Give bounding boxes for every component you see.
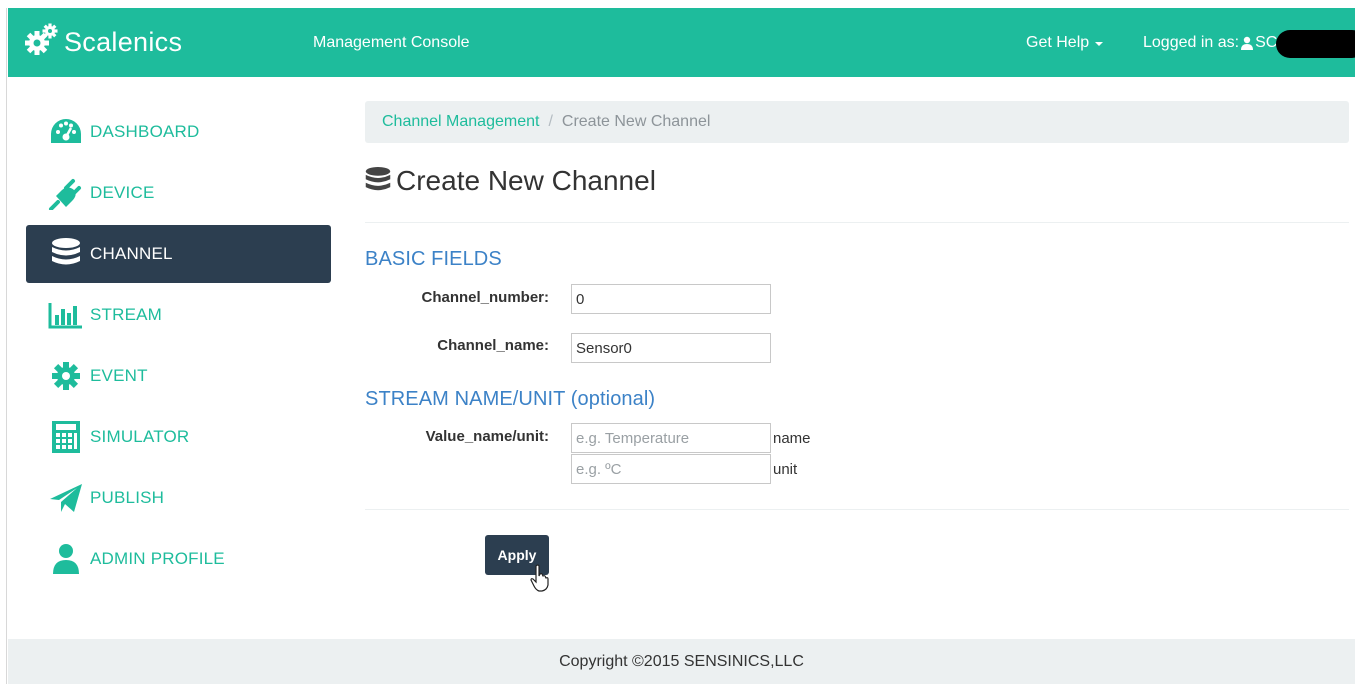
brand-name: Scalenics (64, 26, 183, 57)
sidebar-item-stream[interactable]: STREAM (26, 286, 331, 344)
value-name-suffix: name (773, 430, 811, 447)
footer: Copyright ©2015 SENSINICS,LLC (8, 639, 1355, 684)
sidebar-item-channel[interactable]: CHANNEL (26, 225, 331, 283)
management-console-link[interactable]: Management Console (313, 8, 470, 77)
redaction-mark (1276, 30, 1355, 58)
sidebar-item-device[interactable]: DEVICE (26, 164, 331, 222)
logged-in-label: Logged in as: (1143, 33, 1240, 51)
database-icon (364, 166, 392, 196)
value-unit-suffix: unit (773, 461, 798, 478)
channel-number-label: Channel_number: (421, 289, 549, 306)
sidebar-item-label: EVENT (90, 366, 148, 385)
calculator-icon (46, 419, 86, 455)
sidebar-item-label: CHANNEL (90, 244, 173, 263)
caret-down-icon (1095, 41, 1104, 46)
breadcrumb-current: Create New Channel (561, 113, 711, 130)
divider (365, 222, 1349, 223)
sidebar-item-label: PUBLISH (90, 488, 165, 507)
database-icon (46, 236, 86, 272)
stream-name-unit-heading: STREAM NAME/UNIT (optional) (365, 388, 656, 410)
copyright-text: Copyright ©2015 SENSINICS,LLC (559, 652, 804, 670)
breadcrumb-separator: / (548, 113, 553, 130)
paper-plane-icon (46, 480, 86, 516)
user-icon (46, 541, 86, 577)
sidebar-item-label: DASHBOARD (90, 122, 200, 141)
sidebar-item-event[interactable]: EVENT (26, 347, 331, 405)
channel-name-input[interactable] (571, 333, 771, 363)
sidebar-item-label: DEVICE (90, 183, 155, 202)
gear-icon (46, 358, 86, 394)
hand-cursor-icon (530, 564, 550, 597)
value-name-unit-label: Value_name/unit: (425, 428, 549, 445)
basic-fields-heading: BASIC FIELDS (365, 248, 502, 270)
sidebar-item-dashboard[interactable]: DASHBOARD (26, 103, 331, 161)
sidebar: DASHBOARD DEVICE CHANNEL STREAM EVENT SI… (26, 103, 331, 591)
sidebar-item-admin-profile[interactable]: ADMIN PROFILE (26, 530, 331, 588)
channel-name-label: Channel_name: (437, 337, 549, 354)
breadcrumb: Channel Management / Create New Channel (365, 101, 1349, 143)
gears-logo-icon (22, 22, 60, 63)
value-name-input[interactable] (571, 423, 771, 453)
sidebar-item-label: SIMULATOR (90, 427, 190, 446)
plug-icon (46, 175, 86, 211)
get-help-dropdown[interactable]: Get Help (1026, 8, 1104, 77)
sidebar-item-simulator[interactable]: SIMULATOR (26, 408, 331, 466)
sidebar-item-label: STREAM (90, 305, 163, 324)
dashboard-icon (46, 114, 86, 150)
channel-number-input[interactable] (571, 284, 771, 314)
bar-chart-icon (46, 297, 86, 333)
sidebar-item-publish[interactable]: PUBLISH (26, 469, 331, 527)
brand-logo[interactable]: Scalenics (22, 22, 182, 62)
value-unit-input[interactable] (571, 454, 771, 484)
get-help-label: Get Help (1026, 33, 1090, 51)
top-navbar: Scalenics Management Console Get Help Lo… (8, 8, 1355, 77)
divider (365, 509, 1349, 510)
breadcrumb-channel-management-link[interactable]: Channel Management (382, 113, 539, 131)
page-title: Create New Channel (364, 165, 656, 197)
username: SC (1255, 33, 1278, 51)
logged-in-user[interactable]: Logged in as: SC (1143, 8, 1277, 77)
sidebar-item-label: ADMIN PROFILE (90, 549, 225, 568)
user-icon (1240, 36, 1254, 50)
page-title-text: Create New Channel (396, 165, 656, 196)
